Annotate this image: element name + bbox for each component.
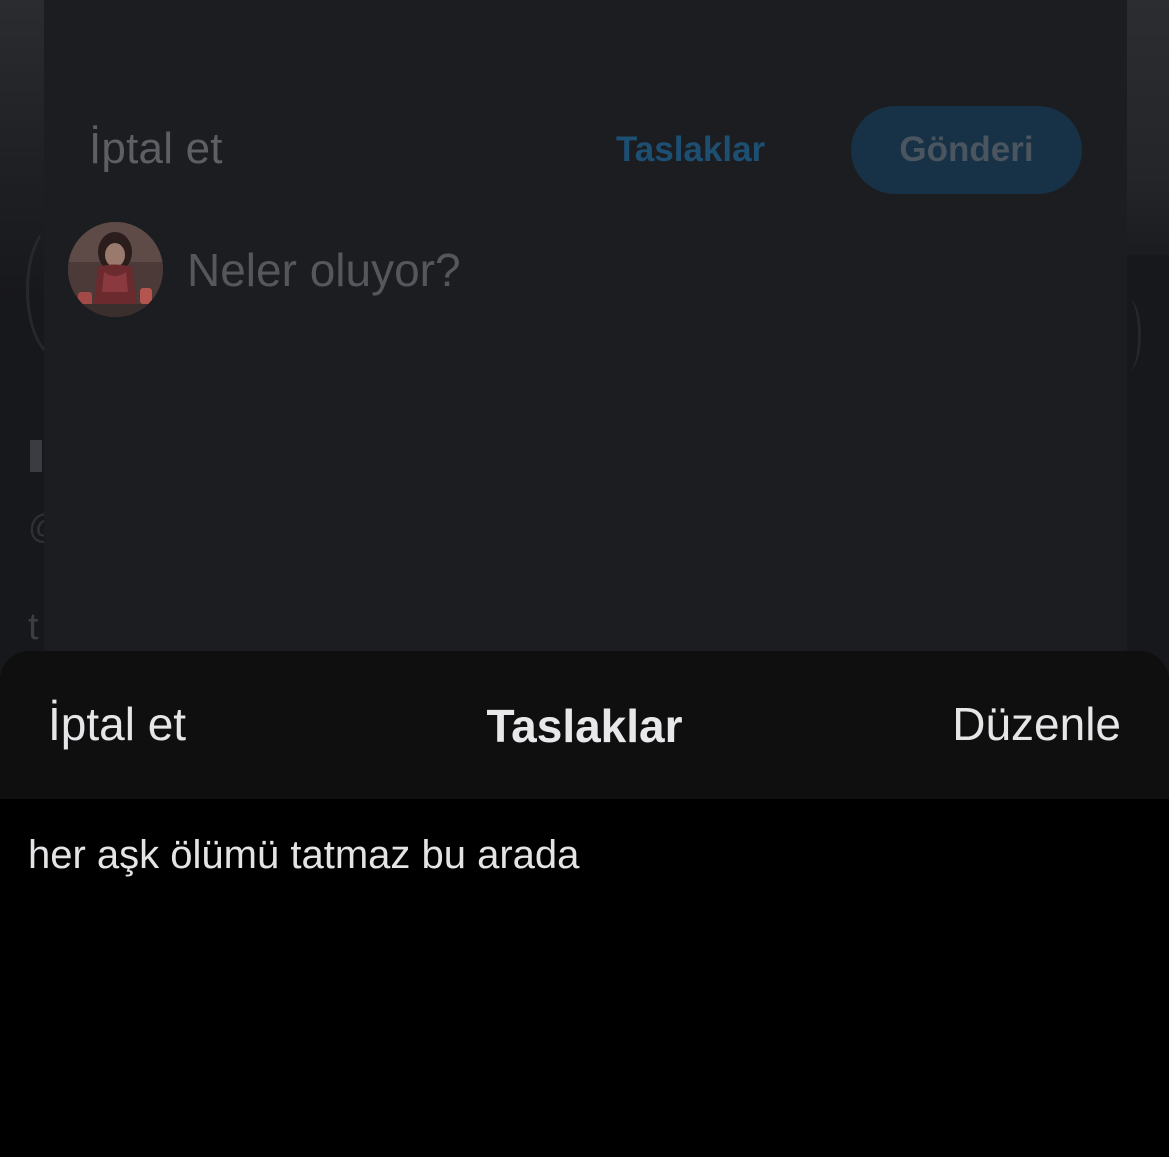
avatar[interactable]	[68, 222, 163, 317]
background-text-fragment	[30, 440, 42, 472]
post-composer: İptal et Taslaklar Gönderi Neler oluyor?	[44, 0, 1127, 700]
avatar-image	[68, 222, 163, 317]
drafts-edit-button[interactable]: Düzenle	[952, 697, 1121, 751]
background-text-fragment: t	[28, 606, 39, 648]
composer-drafts-button[interactable]: Taslaklar	[616, 130, 765, 170]
screen: @ t İptal et Taslaklar Gönderi Neler olu…	[0, 0, 1169, 1157]
composer-post-button[interactable]: Gönderi	[851, 106, 1082, 194]
draft-list-item[interactable]: her aşk ölümü tatmaz bu arada	[28, 833, 579, 878]
drafts-sheet: İptal et Taslaklar Düzenle her aşk ölümü…	[0, 651, 1169, 1157]
drafts-sheet-header: İptal et Taslaklar Düzenle	[0, 651, 1169, 799]
composer-text-input[interactable]: Neler oluyor?	[187, 243, 461, 297]
background-profile-right-edge	[1127, 0, 1169, 255]
composer-cancel-button[interactable]: İptal et	[89, 124, 223, 174]
post-button-label: Gönderi	[899, 130, 1034, 169]
